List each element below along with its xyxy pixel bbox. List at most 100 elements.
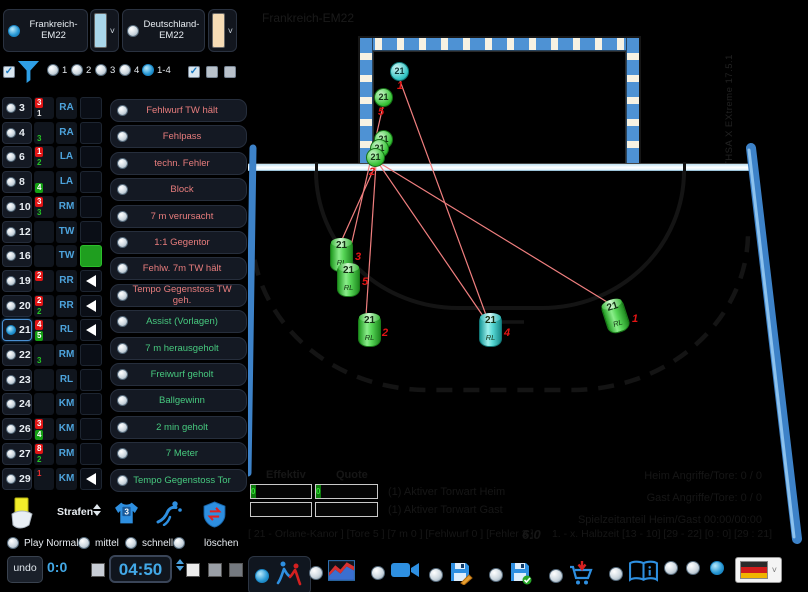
radio-icon[interactable] [117,263,128,274]
player-select-26[interactable]: 26 [2,418,32,440]
action-button-fehlw-7m-tw-h-lt[interactable]: Fehlw. 7m TW hält [110,257,247,280]
radio-icon[interactable] [255,569,269,583]
radio-icon[interactable] [78,537,90,549]
radio-icon[interactable] [6,251,16,261]
radio-icon[interactable] [117,475,128,486]
team-home-selector[interactable]: Frankreich-EM22 [3,9,88,52]
radio-icon[interactable] [119,64,131,76]
radio-icon[interactable] [6,474,16,484]
action-button-ballgewinn[interactable]: Ballgewinn [110,389,247,412]
goal-shot-marker[interactable]: 21 [390,62,409,81]
action-button-7-m-verursacht[interactable]: 7 m verursacht [110,205,247,228]
player-select-8[interactable]: 8 [2,171,32,193]
action-button-1-1-gegentor[interactable]: 1:1 Gegentor [110,231,247,254]
radio-icon[interactable] [6,325,16,335]
player-throw-icon[interactable] [155,500,182,526]
player-select-27[interactable]: 27 [2,443,32,465]
action-button-tempo-gegenstoss-tor[interactable]: Tempo Gegenstoss Tor [110,469,247,492]
player-flag-cell-6[interactable] [80,146,102,168]
team-away-selector[interactable]: Deutschland-EM22 [122,9,205,52]
player-flag-cell-23[interactable] [80,369,102,391]
action-button-fehlpass[interactable]: Fehlpass [110,125,247,148]
goal-shot-marker[interactable]: 21 [374,88,393,107]
radio-icon[interactable] [6,399,16,409]
book-icon[interactable] [628,560,659,588]
radio-icon[interactable] [7,537,19,549]
action-button-fehlwurf-tw-h-lt[interactable]: Fehlwurf TW hält [110,99,247,122]
radio-icon[interactable] [489,568,503,582]
radio-icon[interactable] [371,566,385,580]
player-position-marker[interactable]: 21RL [358,313,381,347]
radio-icon[interactable] [6,350,16,360]
radio-icon[interactable] [6,276,16,286]
player-select-21[interactable]: 21 [2,319,32,341]
player-select-22[interactable]: 22 [2,344,32,366]
radio-icon[interactable] [117,343,128,354]
radio-icon[interactable] [125,537,137,549]
radio-icon[interactable] [117,237,128,248]
goal-shot-marker[interactable]: 21 [366,148,385,167]
radio-icon[interactable] [6,301,16,311]
player-select-10[interactable]: 10 [2,196,32,218]
speed-option-schnell[interactable]: schnell [125,537,173,549]
duel-icon[interactable] [274,560,304,591]
radio-icon[interactable] [429,568,443,582]
extra-toolbar-radio-1[interactable] [664,561,678,575]
filter-funnel-icon[interactable] [17,59,40,84]
player-select-16[interactable]: 16 [2,245,32,267]
player-flag-cell-24[interactable] [80,393,102,415]
extra-toolbar-radio-2[interactable] [686,561,700,575]
indicator-square-3[interactable] [229,563,243,577]
extra-checkbox-1[interactable]: ✓ [188,66,200,78]
radio-icon[interactable] [6,202,16,212]
player-position-marker[interactable]: 21RL [599,296,631,335]
radio-icon[interactable] [6,177,16,187]
player-select-12[interactable]: 12 [2,221,32,243]
radio-icon[interactable] [47,64,59,76]
attempt-filter-1[interactable]: 1 [47,64,67,76]
extra-toolbar-radio-3[interactable] [710,561,724,575]
radio-icon[interactable] [6,152,16,162]
player-select-3[interactable]: 3 [2,97,32,119]
radio-icon[interactable] [117,395,128,406]
player-flag-cell-3[interactable] [80,97,102,119]
shield-swap-icon[interactable] [203,501,226,528]
player-flag-cell-8[interactable] [80,171,102,193]
speed-option-mittel[interactable]: mittel [78,537,119,549]
attempt-filter-4[interactable]: 4 [119,64,139,76]
team-home-radio[interactable] [8,25,20,37]
extra-checkbox-3[interactable] [224,66,236,78]
player-flag-cell-20[interactable] [80,295,102,317]
radio-icon[interactable] [117,422,128,433]
player-flag-cell-21[interactable] [80,319,102,341]
radio-icon[interactable] [117,184,128,195]
yellow-card-icon[interactable] [8,497,37,529]
action-button-freiwurf-geholt[interactable]: Freiwurf geholt [110,363,247,386]
radio-icon[interactable] [6,103,16,113]
radio-icon[interactable] [117,105,128,116]
strafen-spinner[interactable] [93,504,101,516]
attempt-filter-1-4[interactable]: 1-4 [142,64,171,76]
camera-icon[interactable] [390,560,420,585]
player-flag-cell-26[interactable] [80,418,102,440]
timer-spinner[interactable] [176,559,184,571]
action-button-assist-vorlagen-[interactable]: Assist (Vorlagen) [110,310,247,333]
player-flag-cell-10[interactable] [80,196,102,218]
team-away-radio[interactable] [127,25,139,37]
extra-checkbox-2[interactable] [206,66,218,78]
player-select-29[interactable]: 29 [2,468,32,490]
player-position-marker[interactable]: 21RL [479,313,502,347]
undo-button[interactable]: undo [7,556,43,583]
player-flag-cell-4[interactable] [80,122,102,144]
attempt-filter-3[interactable]: 3 [95,64,115,76]
radio-icon[interactable] [309,566,323,580]
radio-icon[interactable] [609,567,623,581]
game-timer[interactable]: 04:50 [109,555,172,583]
radio-icon[interactable] [6,449,16,459]
indicator-square-1[interactable] [186,563,200,577]
radio-icon[interactable] [6,128,16,138]
chart-icon[interactable] [328,560,355,586]
radio-icon[interactable] [6,375,16,385]
player-flag-cell-27[interactable] [80,443,102,465]
indicator-square-2[interactable] [208,563,222,577]
